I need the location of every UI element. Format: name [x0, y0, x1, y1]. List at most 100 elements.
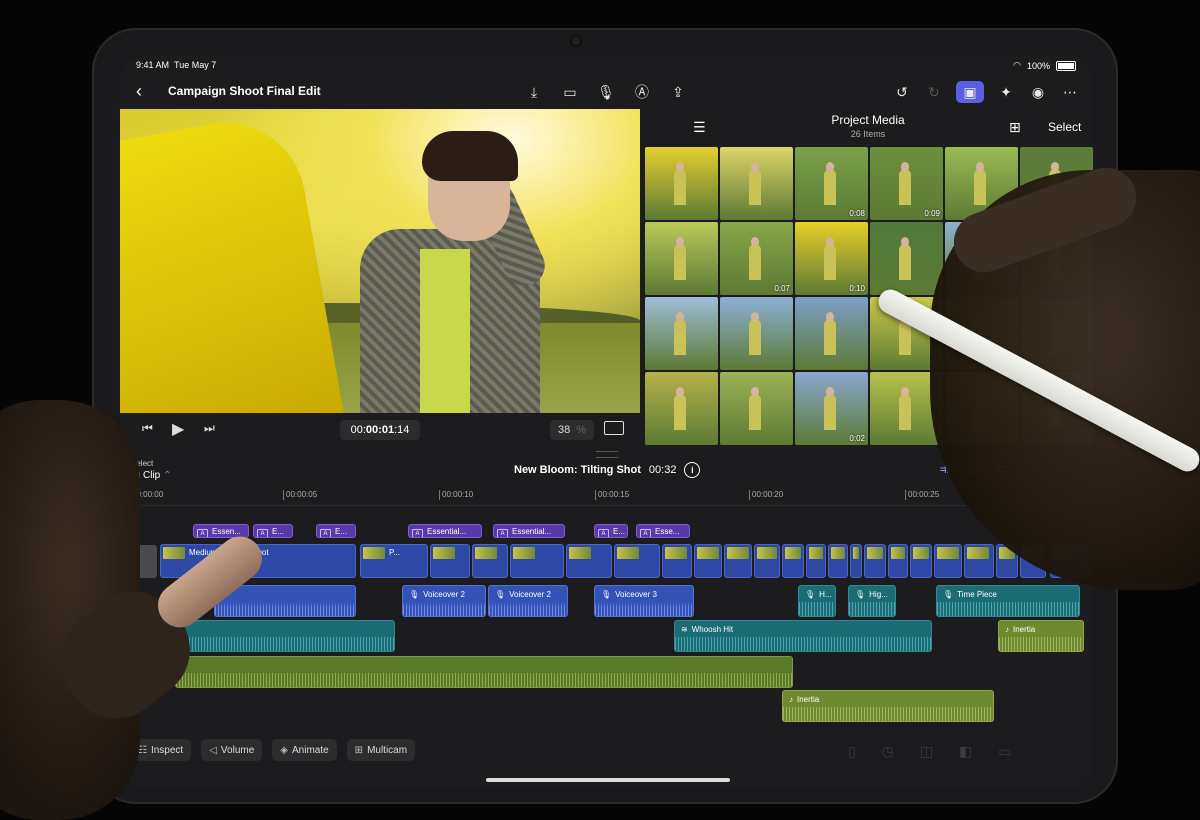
primary-clip[interactable]	[662, 544, 692, 578]
primary-clip[interactable]	[724, 544, 752, 578]
media-thumbnail[interactable]	[645, 147, 718, 220]
microphone-icon: 🎙︎	[855, 590, 866, 599]
media-thumbnail[interactable]: 0:08	[795, 147, 868, 220]
media-thumbnail[interactable]: 0:07	[720, 222, 793, 295]
speed-icon[interactable]: ◷	[882, 743, 894, 760]
music-bed-clip[interactable]	[175, 656, 793, 688]
primary-clip[interactable]	[430, 544, 470, 578]
media-thumbnail[interactable]	[795, 297, 868, 370]
more-icon[interactable]: ⋯	[1060, 82, 1080, 102]
media-thumbnail[interactable]	[645, 297, 718, 370]
timecode-display: 00:00:01:14	[340, 420, 420, 440]
trash-icon[interactable]: ▯	[848, 743, 856, 760]
clip-duration: 0:07	[774, 284, 790, 293]
voiceover-clip[interactable]: 🎙︎ Voiceover 2	[402, 585, 486, 617]
zoom-field[interactable]: 38%	[550, 420, 594, 440]
info-icon[interactable]: i	[684, 462, 701, 478]
clip-duration: 0:02	[849, 434, 865, 443]
title-clip[interactable]: A Esse...	[636, 524, 690, 538]
primary-clip[interactable]	[964, 544, 994, 578]
filter-icon[interactable]: ☰	[693, 119, 706, 136]
media-thumbnail[interactable]	[645, 222, 718, 295]
browser-count: 26 Items	[850, 129, 886, 139]
sound-clip-whoosh[interactable]: ≋ Whoosh Hit	[674, 620, 932, 652]
browser-select-button[interactable]: Select	[1048, 120, 1081, 134]
effects-icon[interactable]: ✦	[996, 82, 1016, 102]
microphone-icon: 🎙︎	[943, 590, 954, 599]
viewer-controls: ⏮ ▶ ⏭ 00:00:01:14 38%	[120, 413, 640, 447]
undo-icon[interactable]: ↺	[892, 82, 912, 102]
primary-clip[interactable]	[850, 544, 862, 578]
primary-clip[interactable]	[934, 544, 962, 578]
detach-icon[interactable]: ◫	[920, 743, 933, 760]
primary-clip[interactable]: P...	[360, 544, 428, 578]
center-toolbar: ⤓ ▭ 🎙︎ Ⓐ ⇪	[524, 82, 688, 102]
media-thumbnail[interactable]	[645, 372, 718, 445]
primary-clip[interactable]	[614, 544, 660, 578]
share-icon[interactable]: ⇪	[668, 82, 688, 102]
microphone-icon: 🎙︎	[409, 590, 420, 599]
voiceover-clip[interactable]: 🎙︎ Voiceover 3	[594, 585, 694, 617]
import-icon[interactable]: ⤓	[524, 82, 544, 102]
play-icon[interactable]: ▶	[172, 419, 184, 439]
title-clip[interactable]: A E...	[253, 524, 293, 538]
viewer-options-icon[interactable]	[604, 421, 624, 435]
multicam-button[interactable]: ⊞ Multicam	[346, 739, 416, 761]
music-note-icon: ♪	[1005, 625, 1009, 634]
home-indicator	[486, 778, 730, 782]
browser-header: ☰ Project Media 26 Items ⊞ Select	[643, 109, 1094, 145]
ruler-tick: 00:00:20	[748, 490, 784, 500]
voiceover-clip[interactable]: 🎙︎ Time Piece	[936, 585, 1080, 617]
media-thumbnail[interactable]: 0:10	[795, 222, 868, 295]
skip-forward-icon[interactable]: ⏭	[204, 421, 215, 436]
primary-clip[interactable]	[566, 544, 612, 578]
media-thumbnail[interactable]	[720, 297, 793, 370]
redo-icon[interactable]: ↻	[924, 82, 944, 102]
inspector-icon[interactable]: ◉	[1028, 82, 1048, 102]
disabled-tools: ▯ ◷ ◫ ◧ ▭	[848, 743, 1012, 760]
primary-clip[interactable]	[864, 544, 886, 578]
time-ruler[interactable]: 00:00:00 00:00:05 00:00:10 00:00:15 00:00:20…	[120, 487, 1094, 506]
skip-back-icon[interactable]: ⏮	[142, 421, 153, 436]
title-clip[interactable]: A E...	[594, 524, 628, 538]
volume-button[interactable]: ◁ Volume	[201, 739, 263, 761]
media-thumbnail[interactable]	[870, 222, 943, 295]
photos-icon[interactable]: ▣	[956, 81, 984, 103]
primary-clip[interactable]	[782, 544, 804, 578]
microphone-icon[interactable]: 🎙︎	[596, 82, 616, 102]
title-clip[interactable]: A Essential...	[408, 524, 482, 538]
clip-duration: 0:10	[849, 284, 865, 293]
primary-clip[interactable]	[888, 544, 908, 578]
primary-clip[interactable]	[910, 544, 932, 578]
grid-view-icon[interactable]: ⊞	[1009, 119, 1021, 136]
primary-clip[interactable]	[828, 544, 848, 578]
voiceover-a-icon[interactable]: Ⓐ	[632, 82, 652, 102]
voiceover-clip[interactable]: 🎙︎ Voiceover 2	[488, 585, 568, 617]
voiceover-clip[interactable]: 🎙︎ H...	[798, 585, 836, 617]
primary-clip[interactable]	[510, 544, 564, 578]
media-thumbnail[interactable]	[720, 372, 793, 445]
resize-handle[interactable]	[596, 451, 618, 458]
waveform-icon: ≋	[681, 625, 688, 634]
clip-duration: 0:09	[924, 209, 940, 218]
media-thumbnail[interactable]	[720, 147, 793, 220]
music-clip[interactable]: ♪ Inertia	[782, 690, 994, 722]
primary-clip[interactable]	[806, 544, 826, 578]
primary-clip[interactable]	[472, 544, 508, 578]
media-thumbnail[interactable]: 0:02	[795, 372, 868, 445]
status-date: Tue May 7	[174, 60, 217, 70]
title-clip[interactable]: A E...	[316, 524, 356, 538]
back-chevron-icon[interactable]: ‹	[136, 81, 142, 102]
media-thumbnail[interactable]: 0:09	[870, 147, 943, 220]
video-viewer[interactable]	[120, 109, 640, 413]
animate-button[interactable]: ◈ Animate	[272, 739, 337, 761]
camera-angle-icon[interactable]: ▭	[998, 743, 1011, 760]
timeline-project: New Bloom: Tilting Shot 00:32 i	[514, 462, 701, 478]
primary-clip[interactable]	[754, 544, 780, 578]
replace-icon[interactable]: ◧	[959, 743, 972, 760]
primary-clip[interactable]	[694, 544, 722, 578]
music-clip[interactable]: ♪ Inertia	[998, 620, 1084, 652]
voiceover-clip[interactable]: 🎙︎ Hig...	[848, 585, 896, 617]
title-clip[interactable]: A Essential...	[493, 524, 565, 538]
camera-icon[interactable]: ▭	[560, 82, 580, 102]
